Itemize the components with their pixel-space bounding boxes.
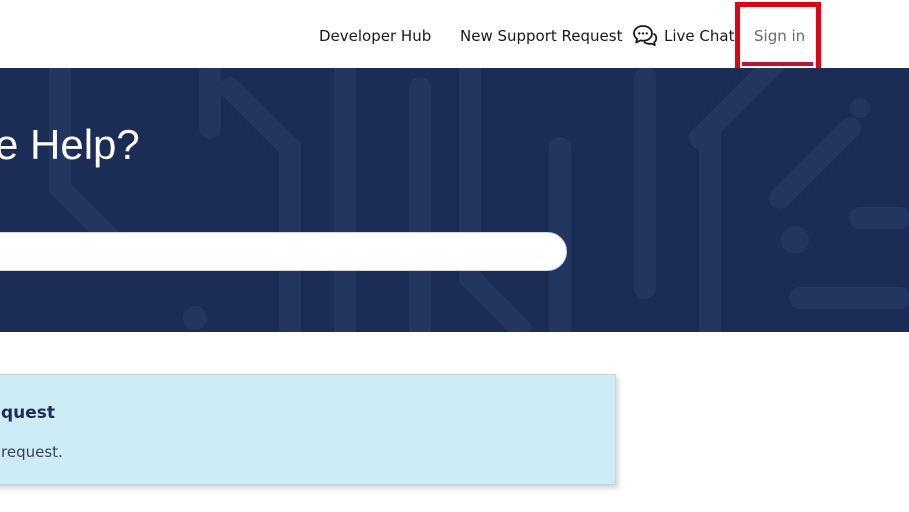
hero-background-pattern xyxy=(49,68,909,332)
nav-developer-hub-link[interactable]: Developer Hub xyxy=(319,26,431,46)
nav-new-support-request-link[interactable]: New Support Request xyxy=(460,26,622,46)
hero-title: e Help? xyxy=(0,121,140,168)
info-card: quest request. xyxy=(0,374,616,485)
sign-in-underline xyxy=(742,62,813,66)
nav-sign-in-link[interactable]: Sign in xyxy=(754,26,805,46)
card-text: request. xyxy=(1,443,63,461)
chat-bubbles-icon[interactable] xyxy=(632,24,658,48)
card-title: quest xyxy=(1,403,56,423)
search-input[interactable] xyxy=(0,232,567,271)
nav-live-chat-link[interactable]: Live Chat xyxy=(664,26,734,46)
top-navigation: Developer Hub New Support Request Live C… xyxy=(0,0,909,68)
hero-banner: e Help? xyxy=(0,68,909,332)
